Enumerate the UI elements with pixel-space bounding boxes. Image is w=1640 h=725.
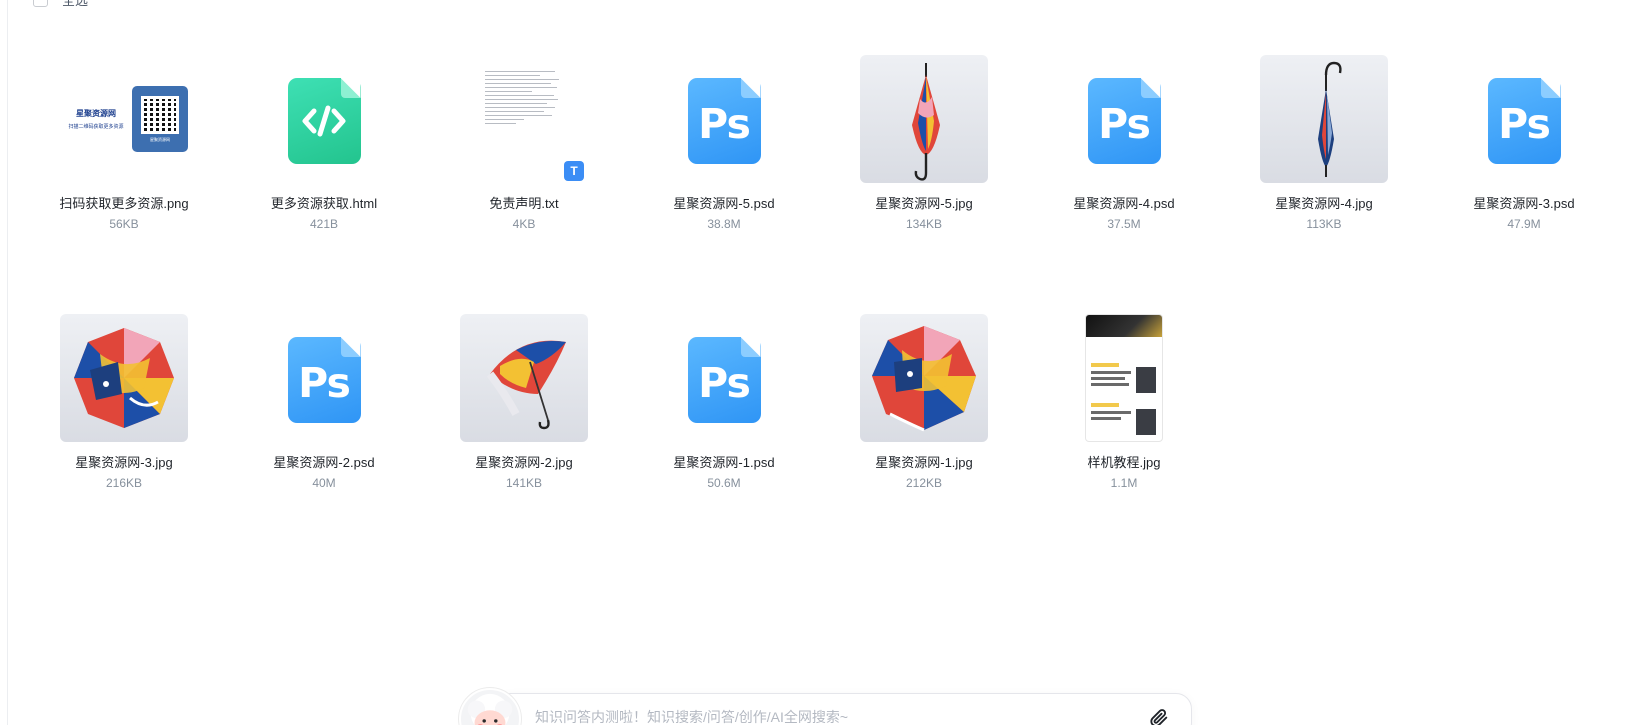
photoshop-file-icon: Ps (687, 78, 761, 164)
file-thumbnail (260, 55, 388, 183)
file-tile[interactable]: 更多资源获取.html 421B (224, 55, 424, 260)
file-thumbnail: Ps (1460, 55, 1588, 183)
qr-sub-text: 扫描二维码获取更多资源 (68, 124, 124, 130)
file-size: 141KB (505, 476, 543, 490)
file-size: 216KB (105, 476, 143, 490)
file-name: 星聚资源网-1.jpg (875, 455, 973, 470)
file-tile[interactable]: T 免责声明.txt 4KB (424, 55, 624, 260)
file-size: 47.9M (1507, 217, 1541, 231)
file-tile[interactable]: 星聚资源网-3.jpg 216KB (24, 314, 224, 519)
select-all-label: 全选 (62, 0, 89, 8)
file-size: 50.6M (707, 476, 741, 490)
file-name: 更多资源获取.html (270, 196, 378, 211)
file-name: 星聚资源网-4.psd (1073, 196, 1175, 211)
file-grid: 星聚资源网 扫描二维码获取更多资源 星聚资源网 扫码获取更多资源.png 56K… (24, 55, 1624, 519)
file-tile[interactable]: 星聚资源网-5.jpg 134KB (824, 55, 1024, 260)
file-thumbnail: Ps (660, 55, 788, 183)
qr-image-preview: 星聚资源网 扫描二维码获取更多资源 星聚资源网 (60, 86, 188, 152)
paperclip-icon[interactable] (1147, 706, 1171, 725)
file-name: 星聚资源网-1.psd (673, 455, 775, 470)
file-thumbnail (1260, 55, 1388, 183)
photoshop-file-icon: Ps (287, 337, 361, 423)
file-name: 扫码获取更多资源.png (59, 196, 189, 211)
photoshop-file-icon: Ps (687, 337, 761, 423)
file-thumbnail (860, 314, 988, 442)
file-name: 星聚资源网-2.jpg (475, 455, 573, 470)
file-thumbnail (60, 314, 188, 442)
file-name: 星聚资源网-2.psd (273, 455, 375, 470)
file-thumbnail: Ps (1060, 55, 1188, 183)
file-tile[interactable]: 星聚资源网 扫描二维码获取更多资源 星聚资源网 扫码获取更多资源.png 56K… (24, 55, 224, 260)
umbrella-closed-image (912, 63, 940, 181)
file-name: 样机教程.jpg (1087, 455, 1161, 470)
file-thumbnail: T (460, 55, 588, 183)
file-tile[interactable]: Ps 星聚资源网-1.psd 50.6M (624, 314, 824, 519)
file-thumbnail (460, 314, 588, 442)
file-tile[interactable]: 星聚资源网-1.jpg 212KB (824, 314, 1024, 519)
qr-code-icon (141, 95, 179, 134)
umbrella-stick-image (1318, 61, 1342, 177)
file-tile[interactable]: 星聚资源网-4.jpg 113KB (1224, 55, 1424, 260)
select-all[interactable]: 全选 (33, 0, 89, 8)
file-size: 1.1M (1110, 476, 1138, 490)
file-size: 56KB (109, 217, 139, 231)
file-name: 星聚资源网-3.jpg (75, 455, 173, 470)
file-name: 星聚资源网-5.psd (673, 196, 775, 211)
file-size: 40M (312, 476, 336, 490)
file-size: 38.8M (707, 217, 741, 231)
html-file-icon (287, 78, 361, 164)
txt-preview (483, 69, 565, 149)
file-name: 星聚资源网-5.jpg (875, 196, 973, 211)
code-brackets-icon (302, 105, 346, 137)
select-all-checkbox[interactable] (33, 0, 48, 7)
file-name: 免责声明.txt (489, 196, 559, 211)
file-size: 113KB (1306, 217, 1342, 231)
txt-file-icon: T (564, 161, 584, 181)
file-size: 212KB (905, 476, 943, 490)
photoshop-file-icon: Ps (1087, 78, 1161, 164)
file-tile[interactable]: 样机教程.jpg 1.1M (1024, 314, 1224, 519)
umbrella-open-image (74, 328, 174, 428)
file-thumbnail: Ps (660, 314, 788, 442)
file-thumbnail (1060, 314, 1188, 442)
file-tile[interactable]: Ps 星聚资源网-2.psd 40M (224, 314, 424, 519)
file-tile[interactable]: Ps 星聚资源网-5.psd 38.8M (624, 55, 824, 260)
file-size: 37.5M (1107, 217, 1141, 231)
file-thumbnail (860, 55, 988, 183)
ai-chat-input[interactable] (535, 706, 1095, 725)
umbrella-open-image (872, 326, 976, 432)
ai-chat-bar (494, 693, 1192, 725)
file-size: 134KB (905, 217, 943, 231)
file-size: 421B (309, 217, 339, 231)
file-thumbnail: Ps (260, 314, 388, 442)
file-tile[interactable]: Ps 星聚资源网-4.psd 37.5M (1024, 55, 1224, 260)
photoshop-file-icon: Ps (1487, 78, 1561, 164)
file-tile[interactable]: Ps 星聚资源网-3.psd 47.9M (1424, 55, 1624, 260)
qr-caption: 星聚资源网 (150, 136, 170, 142)
file-thumbnail: 星聚资源网 扫描二维码获取更多资源 星聚资源网 (60, 55, 188, 183)
file-name: 星聚资源网-3.psd (1473, 196, 1575, 211)
file-tile[interactable]: 星聚资源网-2.jpg 141KB (424, 314, 624, 519)
umbrella-side-image (486, 340, 566, 430)
tutorial-image-preview (1085, 314, 1163, 442)
file-name: 星聚资源网-4.jpg (1275, 196, 1373, 211)
qr-logo-text: 星聚资源网 (76, 109, 116, 118)
content-left-border (7, 0, 8, 725)
file-size: 4KB (512, 217, 536, 231)
